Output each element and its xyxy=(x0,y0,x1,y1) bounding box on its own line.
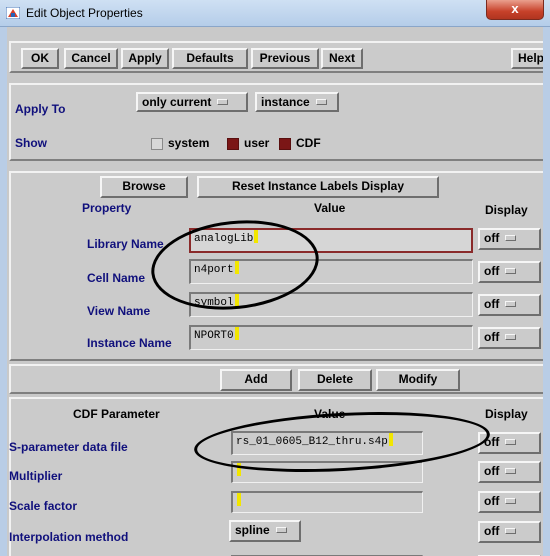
multiplier-label: Multiplier xyxy=(9,469,63,483)
chevron-down-icon xyxy=(505,468,517,474)
show-user-label: user xyxy=(244,136,270,150)
window-frame-left xyxy=(0,27,7,556)
instance-name-value: NPORT0 xyxy=(194,330,234,342)
display-column-header: Display xyxy=(485,203,528,217)
help-button[interactable]: Help xyxy=(511,48,543,69)
view-name-display-value: off xyxy=(484,297,500,311)
add-delete-modify-panel: Add Delete Modify xyxy=(9,364,543,394)
instance-name-label: Instance Name xyxy=(87,336,172,350)
cdf-display-column-header: Display xyxy=(485,407,528,421)
window-title: Edit Object Properties xyxy=(26,6,143,20)
instance-name-field[interactable]: NPORT0 xyxy=(189,325,473,350)
next-button[interactable]: Next xyxy=(321,48,363,69)
close-window-button[interactable]: x xyxy=(486,0,544,20)
toolbar-panel: OK Cancel Apply Defaults Previous Next H… xyxy=(9,41,543,73)
show-cdf-checkbox[interactable] xyxy=(279,138,291,150)
scale-factor-label: Scale factor xyxy=(9,499,78,513)
modify-button[interactable]: Modify xyxy=(376,369,460,391)
interpolation-method-display-select[interactable]: off xyxy=(478,521,541,543)
apply-to-label: Apply To xyxy=(15,102,66,116)
apply-to-object-value: instance xyxy=(261,95,310,109)
chevron-down-icon xyxy=(275,527,287,533)
interpolation-method-display-value: off xyxy=(484,524,500,538)
show-system-checkbox[interactable] xyxy=(151,138,163,150)
apply-to-scope-value: only current xyxy=(142,95,212,109)
cell-name-display-value: off xyxy=(484,264,500,278)
apply-show-panel: Apply To only current instance Show syst… xyxy=(9,83,543,161)
view-name-label: View Name xyxy=(87,304,151,318)
cdf-panel: CDF Parameter Value Display S-parameter … xyxy=(9,397,543,556)
browse-button[interactable]: Browse xyxy=(100,176,188,198)
delete-button[interactable]: Delete xyxy=(298,369,372,391)
chevron-down-icon xyxy=(505,498,517,504)
cell-name-display-select[interactable]: off xyxy=(478,261,541,283)
library-name-display-select[interactable]: off xyxy=(478,228,541,250)
window-app-icon xyxy=(6,7,20,19)
library-name-display-value: off xyxy=(484,231,500,245)
instance-name-display-select[interactable]: off xyxy=(478,327,541,349)
properties-panel: Browse Reset Instance Labels Display Pro… xyxy=(9,171,543,361)
reset-labels-button[interactable]: Reset Instance Labels Display xyxy=(197,176,439,198)
ok-button[interactable]: OK xyxy=(21,48,59,69)
instance-name-display-value: off xyxy=(484,330,500,344)
view-name-display-select[interactable]: off xyxy=(478,294,541,316)
interpolation-method-label: Interpolation method xyxy=(9,530,129,544)
cdf-parameter-column-header: CDF Parameter xyxy=(73,407,160,421)
chevron-down-icon xyxy=(505,334,517,340)
show-cdf-label: CDF xyxy=(296,136,321,150)
apply-to-object-select[interactable]: instance xyxy=(255,92,339,112)
show-system-label: system xyxy=(168,136,210,150)
scale-factor-display-select[interactable]: off xyxy=(478,491,541,513)
interpolation-method-value: spline xyxy=(235,523,270,537)
apply-to-scope-select[interactable]: only current xyxy=(136,92,248,112)
previous-button[interactable]: Previous xyxy=(251,48,319,69)
window-frame-right xyxy=(543,27,550,556)
s-parameter-file-label: S-parameter data file xyxy=(9,440,128,454)
chevron-down-icon xyxy=(505,439,517,445)
add-button[interactable]: Add xyxy=(220,369,292,391)
cancel-button[interactable]: Cancel xyxy=(64,48,118,69)
defaults-button[interactable]: Defaults xyxy=(172,48,248,69)
text-cursor xyxy=(234,327,239,340)
chevron-down-icon xyxy=(217,99,229,105)
value-column-header: Value xyxy=(314,201,346,215)
chevron-down-icon xyxy=(505,235,517,241)
annotation-ellipse xyxy=(192,405,492,479)
chevron-down-icon xyxy=(505,301,517,307)
chevron-down-icon xyxy=(505,528,517,534)
scale-factor-field[interactable] xyxy=(231,491,423,513)
title-bar[interactable]: Edit Object Properties x xyxy=(0,0,550,27)
chevron-down-icon xyxy=(315,99,327,105)
library-name-label: Library Name xyxy=(87,237,164,251)
text-cursor xyxy=(237,493,241,506)
interpolation-method-select[interactable]: spline xyxy=(229,520,301,542)
chevron-down-icon xyxy=(505,268,517,274)
property-column-header: Property xyxy=(82,201,132,215)
cell-name-label: Cell Name xyxy=(87,271,146,285)
close-icon: x xyxy=(511,1,519,16)
multiplier-display-value: off xyxy=(484,464,500,478)
multiplier-display-select[interactable]: off xyxy=(478,461,541,483)
apply-button[interactable]: Apply xyxy=(121,48,169,69)
dialog-client-area: OK Cancel Apply Defaults Previous Next H… xyxy=(7,27,543,556)
show-user-checkbox[interactable] xyxy=(227,138,239,150)
scale-factor-display-value: off xyxy=(484,494,500,508)
show-label: Show xyxy=(15,136,47,150)
